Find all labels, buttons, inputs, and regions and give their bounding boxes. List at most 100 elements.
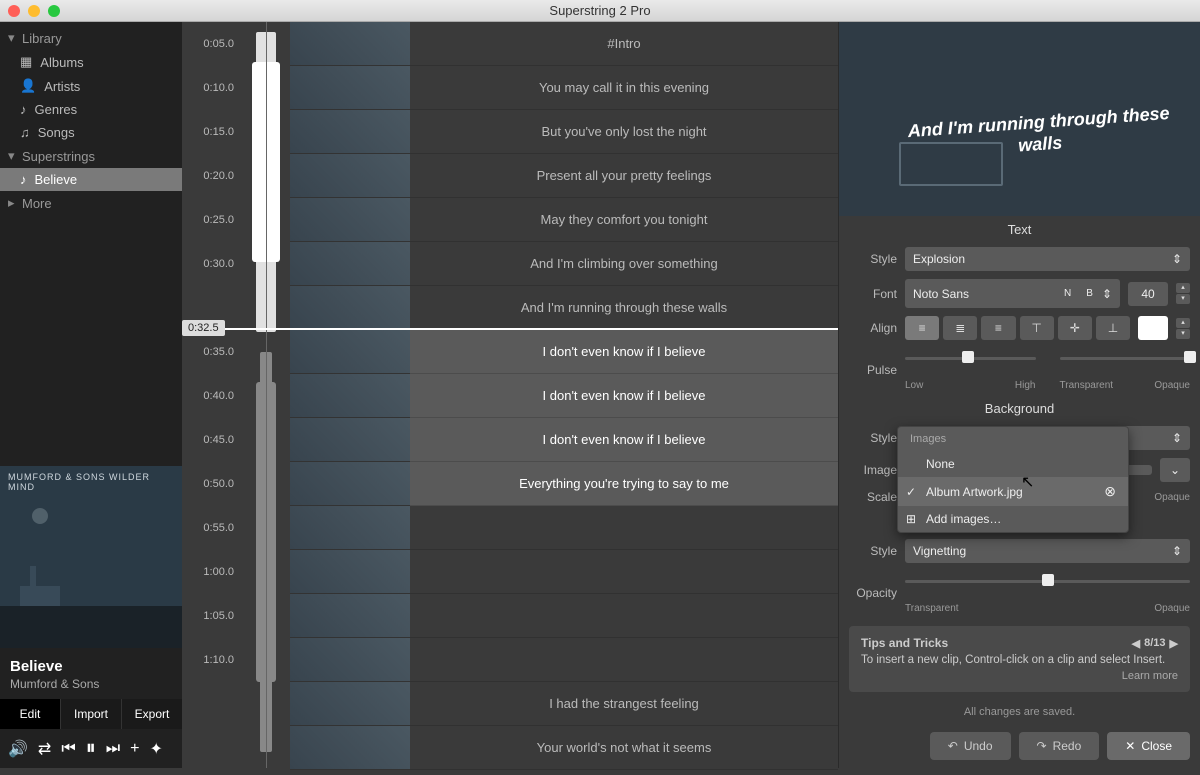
font-select[interactable]: Noto SansNB⇕ [905,279,1120,308]
clip-thumbnail[interactable] [290,374,410,418]
sidebar-item-current-song[interactable]: ♪Believe [0,168,182,191]
tips-counter: 8/13 [1144,637,1165,649]
lyric-row[interactable]: You may call it in this evening [410,66,838,110]
effect-opacity-slider[interactable] [905,571,1190,589]
clip-thumbnail[interactable] [290,550,410,594]
dropdown-item-add[interactable]: ⊞Add images… [898,506,1128,532]
lyric-row[interactable]: But you've only lost the night [410,110,838,154]
font-normal-button[interactable]: N [1058,284,1077,303]
add-icon[interactable]: + [130,740,139,758]
lyric-row[interactable] [410,638,838,682]
sidebar-section-superstrings[interactable]: ▾Superstrings [0,144,182,168]
lyric-row[interactable]: I don't even know if I believe [410,374,838,418]
pulse-slider[interactable] [905,348,1036,366]
undo-button[interactable]: ↶Undo [930,732,1011,760]
lyric-row[interactable] [410,594,838,638]
align-label: Align [849,321,897,335]
align-left-button[interactable]: ≡ [905,316,939,340]
align-right-button[interactable]: ≡ [981,316,1015,340]
window-zoom-icon[interactable] [48,5,60,17]
window-close-icon[interactable] [8,5,20,17]
play-pause-icon[interactable]: ⏸ [86,737,96,760]
text-color-picker[interactable] [1138,316,1168,340]
dropdown-item-none[interactable]: None [898,451,1128,477]
sidebar: ▾Library ▦Albums 👤Artists ♪Genres ♫Songs… [0,22,182,768]
songs-icon: ♫ [20,125,30,140]
effect-style-select[interactable]: Vignetting⇕ [905,539,1190,563]
lyric-row[interactable]: Your world's not what it seems [410,726,838,770]
clip-thumbnail[interactable] [290,682,410,726]
clip-thumbnail[interactable] [290,154,410,198]
learn-more-link[interactable]: Learn more [1122,670,1178,682]
font-size-input[interactable] [1128,282,1168,306]
shuffle-icon[interactable]: ⇄ [38,739,51,759]
sidebar-section-more[interactable]: ▸More [0,191,182,215]
previous-icon[interactable]: ⏮ [61,740,75,758]
align-middle-button[interactable]: ✛ [1058,316,1092,340]
clip-thumbnail[interactable] [290,462,410,506]
lyric-row[interactable] [410,506,838,550]
align-bottom-button[interactable]: ⊥ [1096,316,1130,340]
bg-style-label: Style [849,431,897,445]
tag-icon[interactable]: ✦ [149,739,162,759]
text-style-select[interactable]: Explosion⇕ [905,247,1190,271]
lyric-row[interactable]: And I'm climbing over something [410,242,838,286]
stepper-down-icon[interactable]: ▾ [1176,329,1190,339]
opacity-label: Opacity [849,586,897,600]
lyric-row[interactable]: Present all your pretty feelings [410,154,838,198]
clip-thumbnail[interactable] [290,418,410,462]
import-button[interactable]: Import [61,699,122,729]
clip-thumbnail[interactable] [290,66,410,110]
clip-thumbnail[interactable] [290,506,410,550]
align-top-button[interactable]: ⊤ [1020,316,1054,340]
sidebar-item-albums[interactable]: ▦Albums [0,50,182,74]
export-button[interactable]: Export [122,699,182,729]
waveform-column[interactable] [242,22,290,768]
timestamp: 0:05.0 [182,22,242,66]
album-artwork: MUMFORD & SONS WILDER MIND [0,466,182,648]
clear-icon[interactable]: ⊗ [1104,483,1116,500]
redo-button[interactable]: ↷Redo [1019,732,1100,760]
clip-thumbnail[interactable] [290,330,410,374]
lyric-row[interactable]: #Intro [410,22,838,66]
timestamp: 0:45.0 [182,418,242,462]
lyric-row[interactable]: And I'm running through these walls [410,286,838,330]
edit-button[interactable]: Edit [0,699,61,729]
lyric-row[interactable] [410,550,838,594]
stepper-down-icon[interactable]: ▾ [1176,294,1190,304]
clip-thumbnail[interactable] [290,638,410,682]
lyric-row[interactable]: I don't even know if I believe [410,330,838,374]
tips-next-icon[interactable]: ▶ [1170,637,1178,650]
playhead-line[interactable] [182,328,838,330]
timestamp: 0:20.0 [182,154,242,198]
stepper-up-icon[interactable]: ▴ [1176,318,1190,328]
clip-thumbnail[interactable] [290,198,410,242]
clip-thumbnail[interactable] [290,242,410,286]
sidebar-section-library[interactable]: ▾Library [0,26,182,50]
waveform-icon [242,22,290,772]
stepper-up-icon[interactable]: ▴ [1176,283,1190,293]
lyric-row[interactable]: I don't even know if I believe [410,418,838,462]
window-minimize-icon[interactable] [28,5,40,17]
bg-image-aux-select[interactable]: ⌄ [1160,458,1190,482]
lyric-row[interactable]: I had the strangest feeling [410,682,838,726]
sidebar-item-artists[interactable]: 👤Artists [0,74,182,98]
lyric-row[interactable]: Everything you're trying to say to me [410,462,838,506]
font-bold-button[interactable]: B [1080,284,1099,303]
text-opacity-slider[interactable] [1060,348,1191,366]
lyric-row[interactable]: May they comfort you tonight [410,198,838,242]
clip-thumbnail[interactable] [290,110,410,154]
clip-thumbnail[interactable] [290,22,410,66]
clip-thumbnail[interactable] [290,286,410,330]
sidebar-item-genres[interactable]: ♪Genres [0,98,182,121]
tips-prev-icon[interactable]: ◀ [1132,637,1140,650]
next-icon[interactable]: ⏭ [106,740,120,758]
dropdown-item-selected[interactable]: ✓ Album Artwork.jpg ⊗ [898,477,1128,506]
clip-thumbnail[interactable] [290,594,410,638]
close-button[interactable]: ✕Close [1107,732,1190,760]
inspector: And I'm running through these walls Text… [838,22,1200,768]
align-center-button[interactable]: ≣ [943,316,977,340]
volume-icon[interactable]: 🔊 [8,739,28,759]
clip-thumbnail[interactable] [290,726,410,770]
sidebar-item-songs[interactable]: ♫Songs [0,121,182,144]
